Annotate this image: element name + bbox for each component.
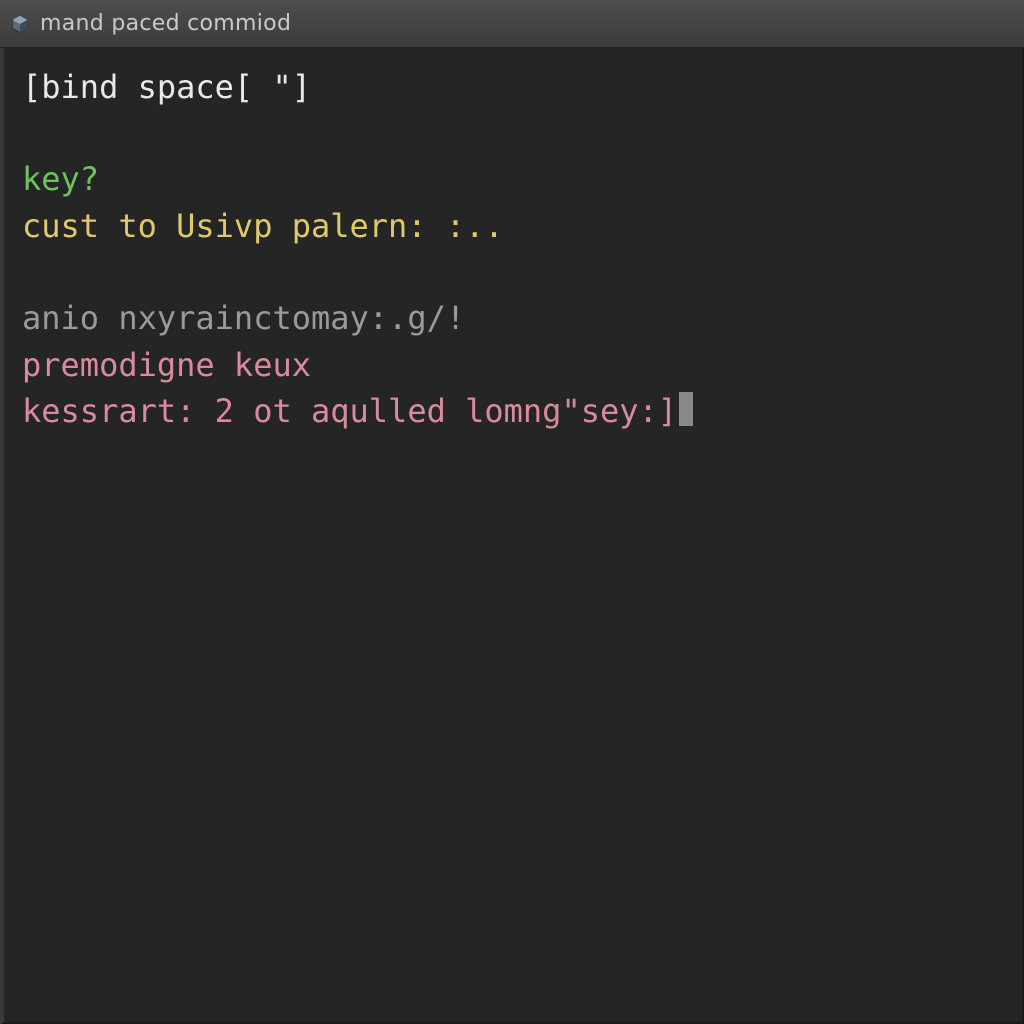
terminal-line: [bind space[ "]	[22, 64, 1004, 110]
terminal-output: [bind space[ "] key?cust to Usivp palern:…	[22, 64, 1004, 434]
terminal-line: cust to Usivp palern: :..	[22, 203, 1004, 249]
app-icon	[10, 14, 30, 34]
terminal-line: kessrart: 2 ot aqulled lomng"sey:]	[22, 388, 1004, 434]
titlebar[interactable]: mand paced commiod	[0, 0, 1024, 48]
terminal-window: mand paced commiod [bind space[ "] key?cu…	[0, 0, 1024, 1024]
terminal-body[interactable]: [bind space[ "] key?cust to Usivp palern:…	[0, 48, 1024, 1024]
terminal-line: premodigne keux	[22, 342, 1004, 388]
terminal-blank-line	[22, 249, 1004, 295]
terminal-line: anio nxyrainctomay:.g/!	[22, 295, 1004, 341]
window-title: mand paced commiod	[40, 11, 291, 36]
terminal-line: key?	[22, 156, 1004, 202]
scrollbar[interactable]	[0, 48, 4, 1022]
terminal-blank-line	[22, 110, 1004, 156]
cursor	[679, 392, 693, 426]
